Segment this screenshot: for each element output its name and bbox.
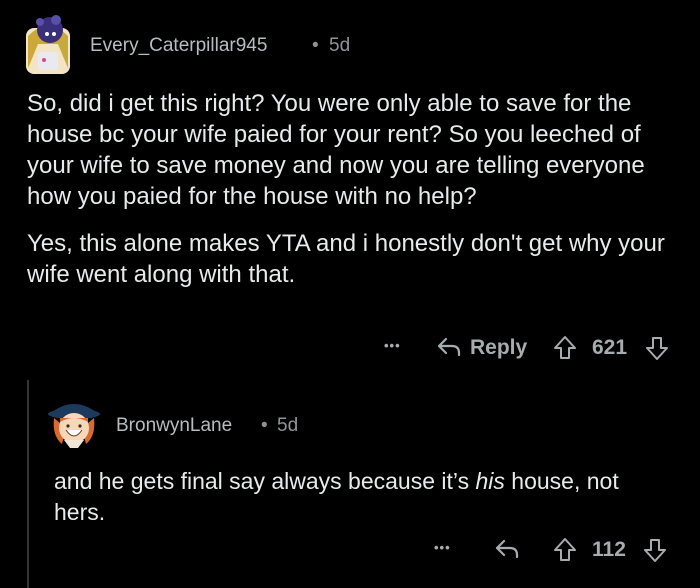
- thread-line[interactable]: [27, 380, 29, 588]
- reply-arrow-icon[interactable]: [494, 537, 520, 561]
- comment-score: 621: [592, 336, 628, 359]
- upvote-arrow-icon[interactable]: [552, 536, 578, 564]
- reply-body: and he gets final say always because it’…: [54, 466, 664, 528]
- comment-body: So, did i get this right? You were only …: [27, 88, 677, 290]
- reply-username[interactable]: BronwynLane: [116, 415, 232, 437]
- reply-button[interactable]: Reply: [470, 336, 527, 360]
- reply-age: 5d: [277, 415, 299, 436]
- more-options-button[interactable]: •••: [384, 338, 401, 353]
- reply-more-options-button[interactable]: •••: [434, 540, 451, 555]
- comment-paragraph-2: Yes, this alone makes YTA and i honestly…: [27, 230, 665, 288]
- comment: Every_Caterpillar945 • 5d So, did i get …: [0, 0, 700, 380]
- upvote-arrow-icon[interactable]: [552, 334, 578, 362]
- reply-arrow-icon[interactable]: [436, 335, 462, 359]
- reply-comment: BronwynLane • 5d and he gets final say a…: [30, 380, 700, 588]
- reply-score: 112: [592, 538, 626, 561]
- comment-age: 5d: [329, 35, 351, 56]
- reply-text-start: and he gets final say always because it’…: [54, 468, 476, 494]
- reply-avatar[interactable]: [46, 392, 102, 450]
- downvote-arrow-icon[interactable]: [642, 536, 668, 564]
- reply-text-emphasis: his: [475, 468, 505, 494]
- comment-paragraph-1: So, did i get this right? You were only …: [27, 90, 645, 210]
- reply-meta-separator: •: [261, 415, 268, 436]
- downvote-arrow-icon[interactable]: [644, 334, 670, 362]
- comment-username[interactable]: Every_Caterpillar945: [90, 35, 267, 57]
- avatar[interactable]: [22, 14, 74, 76]
- meta-separator: •: [312, 35, 319, 56]
